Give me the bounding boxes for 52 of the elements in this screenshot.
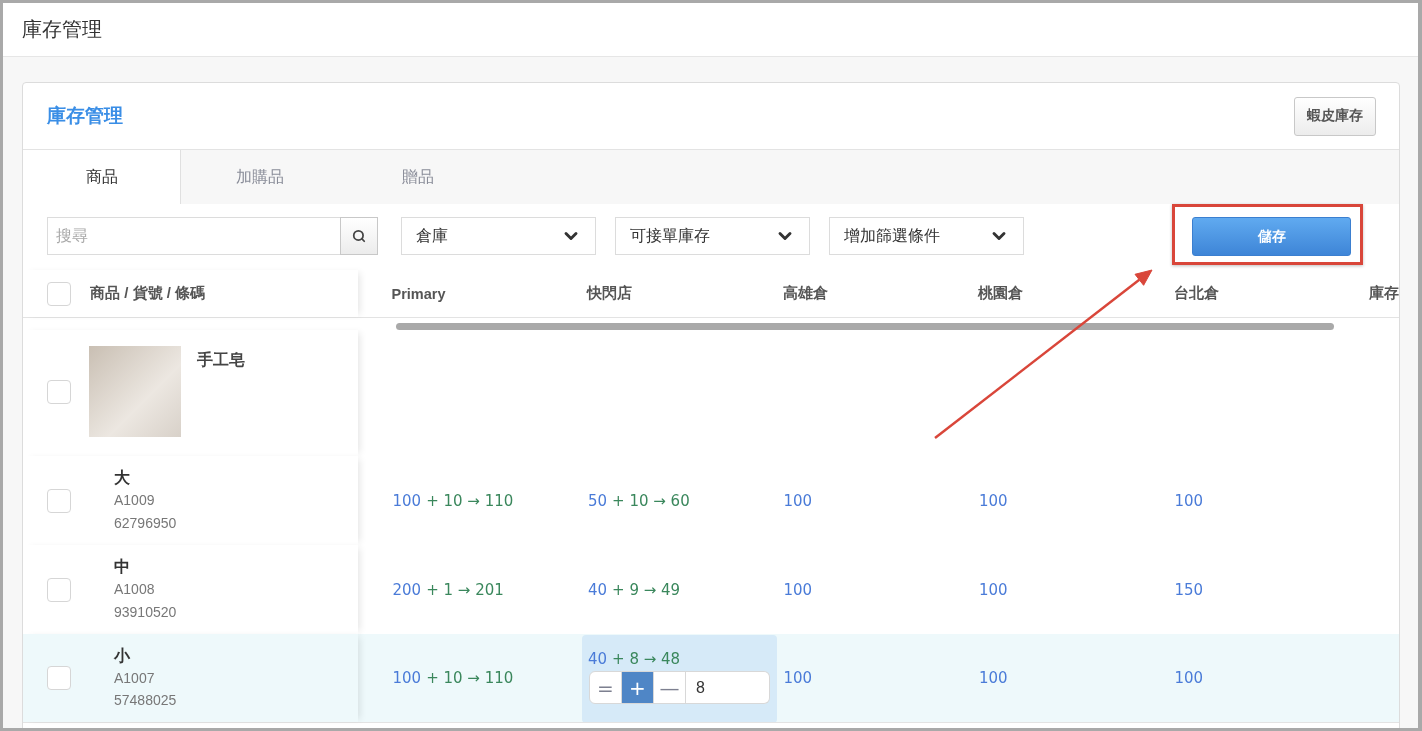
column-header: Primary xyxy=(391,285,446,302)
column-header: 桃園倉 xyxy=(978,284,1023,303)
column-header: 台北倉 xyxy=(1173,284,1219,303)
search-button[interactable] xyxy=(340,217,378,255)
dropdown[interactable]: 倉庫 xyxy=(401,217,596,255)
stock-value: 100 xyxy=(783,491,813,510)
inventory-button[interactable]: 蝦皮庫存 xyxy=(1294,96,1376,136)
sku-text: A1008 xyxy=(114,580,156,599)
sku-text: A1009 xyxy=(114,491,156,510)
stock-value: 100 xyxy=(783,669,813,687)
stock-value: 100 xyxy=(1174,491,1204,510)
checkbox[interactable] xyxy=(47,379,71,404)
column-header: 高雄倉 xyxy=(782,284,828,303)
stock-change-text: 50 + 10 → 60 xyxy=(588,491,690,510)
sku-text: A1007 xyxy=(114,668,156,688)
horizontal-scrollbar[interactable] xyxy=(396,323,1334,330)
dropdown[interactable]: 可接單庫存 xyxy=(615,217,810,255)
page-title: 庫存管理 xyxy=(22,17,102,42)
stock-value: 150 xyxy=(1174,580,1204,599)
stock-value: 100 xyxy=(783,580,813,599)
search-field[interactable]: 搜尋 xyxy=(47,217,340,255)
variant-name: 大 xyxy=(114,468,131,488)
variant-name: 小 xyxy=(114,645,131,666)
barcode-text: 62796950 xyxy=(114,513,177,533)
mode-button[interactable]: — xyxy=(654,671,686,704)
card-title: 庫存管理 xyxy=(47,104,123,128)
stock-change-text: 200 + 1 → 201 xyxy=(392,580,504,599)
checkbox[interactable] xyxy=(47,577,71,602)
variant-name: 中 xyxy=(114,557,131,577)
column-header: 商品 / 貨號 / 條碼 xyxy=(90,284,205,303)
mode-button[interactable]: + xyxy=(622,671,654,704)
tab[interactable]: 商品 xyxy=(23,150,181,204)
dropdown[interactable]: 增加篩選條件 xyxy=(829,217,1024,255)
checkbox[interactable] xyxy=(47,488,71,513)
column-header: 快閃店 xyxy=(587,284,632,303)
stock-value: 100 xyxy=(1174,669,1204,687)
mode-button[interactable]: = xyxy=(589,671,622,704)
stock-change-text: 100 + 10 → 110 xyxy=(392,669,514,687)
product-name: 手工皂 xyxy=(197,350,245,370)
barcode-text: 93910520 xyxy=(114,602,177,622)
amount-field[interactable]: 8 xyxy=(686,671,770,704)
stock-change-text: 40 + 9 → 49 xyxy=(588,580,681,599)
barcode-text: 57488025 xyxy=(114,691,177,710)
search-icon xyxy=(352,229,366,243)
stock-value: 100 xyxy=(979,491,1008,510)
checkbox[interactable] xyxy=(47,281,71,306)
stock-change-text: 100 + 10 → 110 xyxy=(392,491,514,510)
column-header: 庫存 xyxy=(1369,284,1399,303)
checkbox[interactable] xyxy=(47,666,71,690)
stock-value: 100 xyxy=(979,580,1008,599)
stock-change-text: 40 + 8 → 48 xyxy=(588,650,681,668)
stock-value: 100 xyxy=(979,669,1008,687)
